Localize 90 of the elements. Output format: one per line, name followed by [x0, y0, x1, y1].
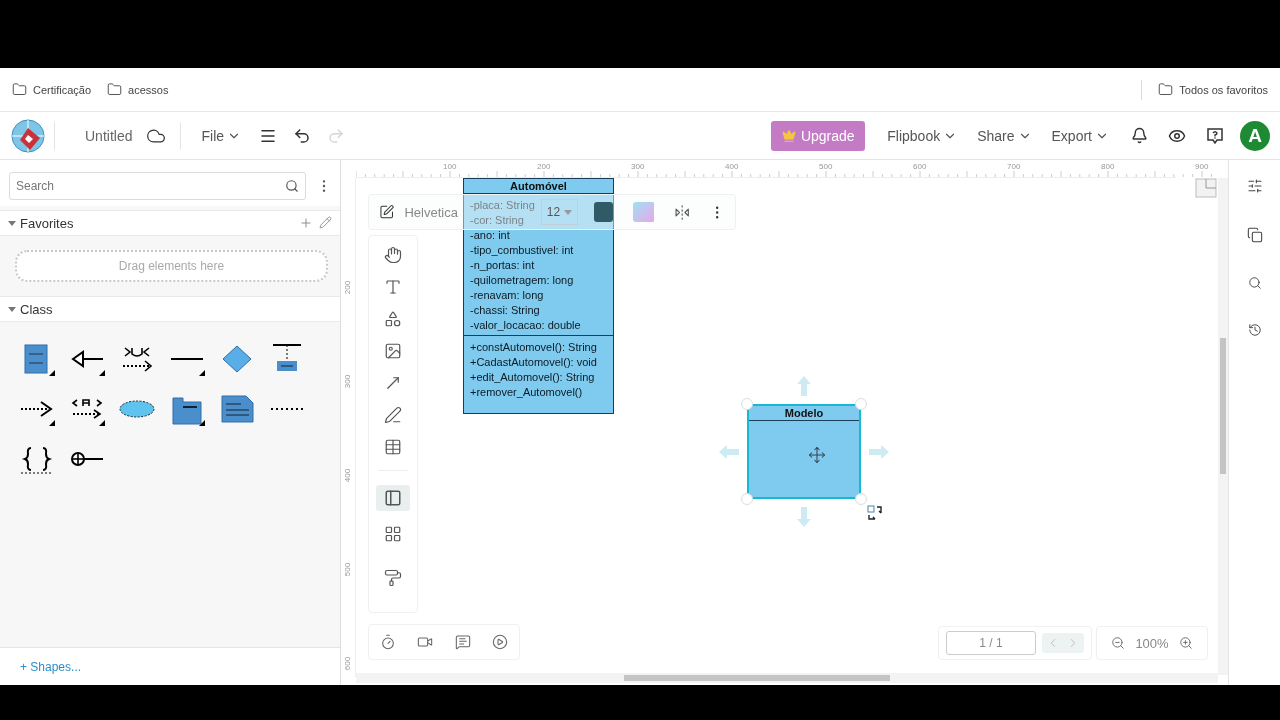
search-icon[interactable]: [1247, 276, 1262, 290]
bookmark-link[interactable]: acessos: [128, 83, 169, 96]
dropdown-caret-icon: [563, 209, 572, 215]
ruler-label: 200: [537, 162, 551, 171]
rotate-icon[interactable]: [867, 505, 883, 521]
attribute-text: -placa: String: [470, 198, 535, 213]
search-icon[interactable]: [285, 179, 299, 193]
ruler-label: 600: [913, 162, 927, 171]
drop-zone: Drag elements here: [15, 250, 328, 282]
class-shape[interactable]: [463, 178, 614, 414]
vertical-scrollbar[interactable]: [1218, 178, 1228, 675]
attribute-text: -renavam: long: [470, 288, 544, 303]
panel-left-icon: [384, 489, 402, 507]
attribute-text: -tipo_combustivel: int: [470, 243, 574, 258]
ruler-label: 800: [1101, 162, 1115, 171]
arrow-icon[interactable]: [384, 374, 402, 392]
video-icon[interactable]: [417, 634, 434, 650]
ruler-label: 300: [631, 162, 645, 171]
attribute-text: -ano: int: [470, 228, 510, 243]
image-icon[interactable]: [384, 342, 402, 360]
resize-handle[interactable]: [855, 398, 867, 410]
more-shapes-link[interactable]: + Shapes...: [20, 659, 82, 674]
method-text: +CadastAutomovel(): void: [470, 355, 597, 370]
crown-icon: [781, 128, 796, 143]
font-size-field[interactable]: 12: [540, 199, 578, 225]
page-indicator[interactable]: 1 / 1: [946, 631, 1036, 655]
edit-icon[interactable]: [379, 204, 395, 220]
ruler-label: 400: [725, 162, 739, 171]
ruler-label: 900: [1195, 162, 1209, 171]
class-name: Automóvel: [464, 179, 613, 194]
history-icon[interactable]: [1247, 323, 1262, 337]
text-icon[interactable]: [384, 278, 402, 296]
attribute-text: -quilometragem: long: [470, 273, 574, 288]
section-title[interactable]: Class: [20, 301, 53, 317]
class-shape[interactable]: Modelo: [747, 404, 861, 499]
resize-handle[interactable]: [855, 493, 867, 505]
line-color-swatch[interactable]: [593, 202, 614, 222]
ruler-label: 100: [443, 162, 457, 171]
resize-handle[interactable]: [741, 398, 753, 410]
pen-icon[interactable]: [384, 406, 402, 424]
user-avatar[interactable]: A: [1240, 120, 1270, 151]
attribute-text: -chassi: String: [470, 303, 540, 318]
header-menu[interactable]: Export: [1045, 123, 1115, 148]
panel-toggle[interactable]: [376, 485, 410, 511]
bookmark-link[interactable]: Todos os favoritos: [1179, 83, 1268, 96]
ruler-label: 500: [343, 562, 353, 577]
zoom-out-icon[interactable]: [1111, 636, 1126, 650]
play-icon[interactable]: [492, 634, 509, 650]
comment-icon[interactable]: [454, 634, 471, 650]
ruler-label: 600: [343, 656, 353, 671]
horizontal-scrollbar[interactable]: [356, 673, 1218, 683]
section-title[interactable]: Favorites: [20, 215, 74, 231]
timer-icon[interactable]: [379, 634, 396, 650]
settings-icon[interactable]: [1246, 178, 1263, 194]
attribute-text: -n_portas: int: [470, 258, 535, 273]
method-text: +edit_Automovel(): String: [470, 370, 595, 385]
paint-roller-icon[interactable]: [384, 569, 402, 587]
file-menu[interactable]: File: [195, 123, 248, 148]
attribute-text: -cor: String: [470, 213, 524, 228]
resize-handle[interactable]: [741, 493, 753, 505]
attribute-text: -valor_locacao: double: [470, 318, 581, 333]
app-logo[interactable]: [10, 117, 46, 154]
ruler-label: 500: [819, 162, 833, 171]
ruler-label: 400: [343, 468, 353, 483]
zoom-level[interactable]: 100%: [1135, 635, 1169, 651]
search-field[interactable]: Search: [9, 172, 306, 200]
document-title[interactable]: Untitled: [85, 127, 133, 144]
grid-plus-icon[interactable]: [384, 525, 402, 543]
bookmark-link[interactable]: Certificação: [33, 83, 92, 96]
method-text: +constAutomovel(): String: [470, 340, 597, 355]
collapse-triangle-icon[interactable]: [8, 305, 16, 313]
ruler-label: 700: [1007, 162, 1021, 171]
folder-icon[interactable]: [107, 82, 123, 97]
fill-color-icon[interactable]: [633, 202, 655, 222]
font-name[interactable]: Helvetica: [404, 204, 458, 220]
table-icon[interactable]: [384, 438, 402, 456]
zoom-in-icon[interactable]: [1178, 636, 1193, 650]
header-menu[interactable]: Flipbook: [881, 123, 964, 148]
hand-icon[interactable]: [384, 246, 402, 264]
collapse-triangle-icon[interactable]: [8, 219, 16, 227]
header-menu[interactable]: Share: [971, 123, 1038, 148]
method-text: +remover_Automovel(): [470, 385, 583, 400]
move-cursor-icon: [808, 445, 826, 464]
ruler-label: 300: [343, 374, 353, 389]
flip-icon[interactable]: [674, 203, 691, 221]
copy-icon[interactable]: [1246, 227, 1263, 243]
folder-icon[interactable]: [12, 82, 27, 97]
shapes-icon[interactable]: [384, 310, 402, 328]
folder-icon[interactable]: [1158, 82, 1174, 97]
ruler-label: 200: [343, 280, 353, 295]
